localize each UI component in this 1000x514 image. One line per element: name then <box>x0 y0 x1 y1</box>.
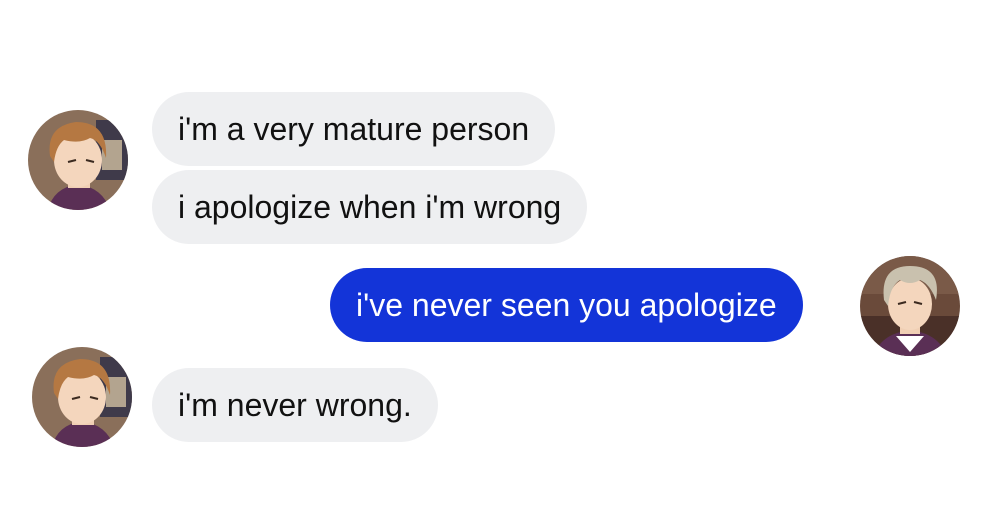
message-text: i've never seen you apologize <box>356 287 777 323</box>
avatar-other-2[interactable] <box>32 347 132 447</box>
silver-haired-character-avatar-icon <box>860 256 960 356</box>
message-bubble-outgoing[interactable]: i've never seen you apologize <box>330 268 803 342</box>
chat-thread: i'm a very mature person i apologize whe… <box>0 0 1000 514</box>
message-bubble-incoming[interactable]: i apologize when i'm wrong <box>152 170 588 244</box>
message-text: i'm a very mature person <box>178 111 530 147</box>
avatar-other-1[interactable] <box>28 110 128 210</box>
message-bubble-incoming[interactable]: i'm never wrong. <box>152 368 438 442</box>
brown-haired-character-avatar-icon <box>32 347 132 447</box>
message-bubble-incoming[interactable]: i'm a very mature person <box>152 92 556 166</box>
brown-haired-character-avatar-icon <box>28 110 128 210</box>
message-text: i'm never wrong. <box>178 387 412 423</box>
avatar-me[interactable] <box>860 256 960 356</box>
message-text: i apologize when i'm wrong <box>178 189 562 225</box>
